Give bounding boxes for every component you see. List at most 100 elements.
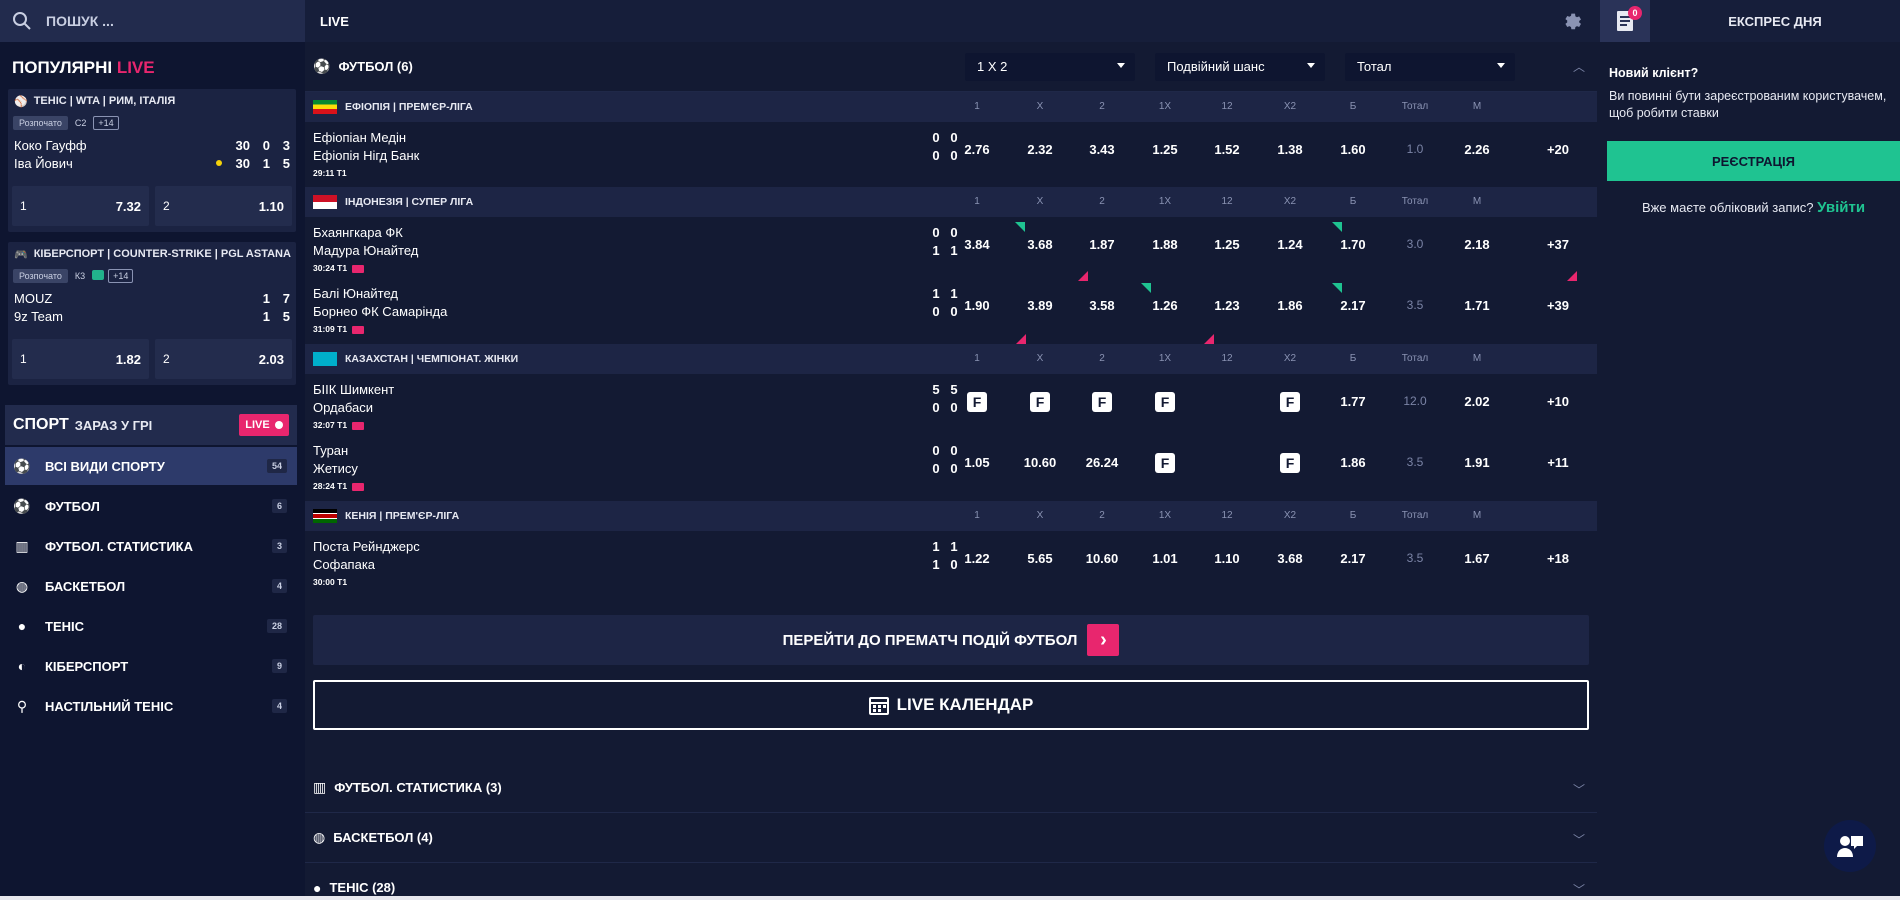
more-markets-badge[interactable]: +14 [93, 116, 119, 130]
odds-cell[interactable]: 5.65 [1015, 551, 1065, 566]
chat-support-button[interactable] [1824, 820, 1876, 872]
prematch-football-button[interactable]: ПЕРЕЙТИ ДО ПРЕМАТЧ ПОДІЙ ФУТБОЛ › [313, 615, 1589, 665]
odds-cell[interactable]: 1.87 [1077, 237, 1127, 252]
more-markets-link[interactable]: +37 [1533, 237, 1583, 252]
esports-icon: 🎮 [14, 248, 28, 261]
dropdown-value: Подвійний шанс [1167, 59, 1265, 74]
odds-cell[interactable]: 1.60 [1328, 142, 1378, 157]
odds-cell[interactable]: 2.26 [1452, 142, 1502, 157]
odds-cell[interactable]: 10.60 [1077, 551, 1127, 566]
match-row[interactable]: БІІК Шимкент Ордабаси 32:07 T1 5 5 0 0 F… [305, 374, 1597, 435]
login-link[interactable]: Увійти [1817, 199, 1865, 216]
odds-cell[interactable]: 2.17 [1328, 551, 1378, 566]
odd-button-2[interactable]: 2 2.03 [155, 339, 292, 379]
more-markets-link[interactable]: +11 [1533, 455, 1583, 470]
odds-cell[interactable]: 2.76 [952, 142, 1002, 157]
more-markets-link[interactable]: +10 [1533, 394, 1583, 409]
football-stats-section-header[interactable]: ▥ ФУТБОЛ. СТАТИСТИКА (3) ﹀ [305, 763, 1597, 813]
league-header[interactable]: ІНДОНЕЗІЯ | СУПЕР ЛІГА 1 X 2 1X 12 X2 Б Тотал М [305, 187, 1597, 217]
match-row[interactable]: Поста Рейнджерс Софапака 30:00 T1 1 1 1 … [305, 531, 1597, 592]
league-header[interactable]: ЕФІОПІЯ | ПРЕМ'ЄР-ЛІГА 1 X 2 1X 12 X2 Б Тотал М [305, 92, 1597, 122]
live-toggle[interactable]: LIVE [239, 414, 289, 436]
odds-cell[interactable]: 1.38 [1265, 142, 1315, 157]
match-row[interactable]: Бхаянгкара ФК Мадура Юнайтед 30:24 T1 0 … [305, 217, 1597, 278]
team-name: Ефіопія Нігд Банк [313, 148, 420, 163]
market-dropdown-total[interactable]: Тотал [1345, 53, 1515, 81]
sidebar-item-all-sports[interactable]: ⚽ ВСІ ВИДИ СПОРТУ 54 [5, 447, 297, 485]
sidebar-item-tennis[interactable]: ● ТЕНІС 28 [5, 607, 297, 645]
popular-live-card[interactable]: 🎮 КІБЕРСПОРТ | COUNTER-STRIKE | PGL ASTA… [8, 242, 296, 385]
popular-live-title: ПОПУЛЯРНІ LIVE [12, 58, 155, 78]
express-of-day-tab[interactable]: ЕКСПРЕС ДНЯ [1650, 0, 1900, 42]
odds-cell[interactable]: 1.25 [1202, 237, 1252, 252]
odds-down-indicator-icon [1016, 334, 1026, 344]
odds-cell[interactable]: 3.43 [1077, 142, 1127, 157]
gear-icon[interactable] [1560, 10, 1582, 32]
chevron-up-icon[interactable]: ︿ [1573, 58, 1585, 75]
match-row[interactable]: Туран Жетису 28:24 T1 0 0 0 0 1.05 10.60 2… [305, 435, 1597, 496]
odds-cell[interactable]: 3.68 [1265, 551, 1315, 566]
match-row[interactable]: Балі Юнайтед Борнео ФК Самарінда 31:09 T… [305, 278, 1597, 339]
odds-cell[interactable]: 1.90 [952, 298, 1002, 313]
odds-cell[interactable]: 1.26 [1140, 298, 1190, 313]
odd-button-2[interactable]: 2 1.10 [155, 186, 292, 226]
odds-cell[interactable]: 2.32 [1015, 142, 1065, 157]
odds-cell[interactable]: 2.18 [1452, 237, 1502, 252]
market-dropdown-double-chance[interactable]: Подвійний шанс [1155, 53, 1325, 81]
odds-cell[interactable]: 1.22 [952, 551, 1002, 566]
odds-cell[interactable]: 1.24 [1265, 237, 1315, 252]
more-markets-link[interactable]: +20 [1533, 142, 1583, 157]
period-value: T1 [337, 420, 348, 430]
live-calendar-button[interactable]: LIVE КАЛЕНДАР [313, 680, 1589, 730]
odds-cell[interactable]: 1.86 [1265, 298, 1315, 313]
register-button[interactable]: РЕЄСТРАЦІЯ [1607, 141, 1900, 181]
odds-cell[interactable]: 1.77 [1328, 394, 1378, 409]
sidebar-item-football-stats[interactable]: ▥ ФУТБОЛ. СТАТИСТИКА 3 [5, 527, 297, 565]
tennis-section-header[interactable]: ● ТЕНІС (28) ﹀ [305, 863, 1597, 900]
odds-cell[interactable]: 1.10 [1202, 551, 1252, 566]
odds-cell[interactable]: 2.02 [1452, 394, 1502, 409]
odds-cell[interactable]: 3.68 [1015, 237, 1065, 252]
odds-cell[interactable]: 2.17 [1328, 298, 1378, 313]
search-input[interactable] [46, 13, 266, 29]
popular-live-card[interactable]: ⚾ ТЕНІС | WTA | РИМ, ІТАЛІЯ Розпочато С2… [8, 89, 296, 232]
odds-cell[interactable]: 1.71 [1452, 298, 1502, 313]
market-dropdown-1x2[interactable]: 1 X 2 [965, 53, 1135, 81]
odds-cell[interactable]: 1.88 [1140, 237, 1190, 252]
odds-cell[interactable]: 3.89 [1015, 298, 1065, 313]
match-row[interactable]: Ефіопіан Медін Ефіопія Нігд Банк 29:11 T… [305, 122, 1597, 183]
football-section-header[interactable]: ⚽ ФУТБОЛ (6) 1 X 2 Подвійний шанс Тотал … [305, 42, 1597, 92]
odds-cell[interactable]: 10.60 [1015, 455, 1065, 470]
live-tab[interactable]: LIVE [320, 14, 349, 29]
odds-cell[interactable]: 3.84 [952, 237, 1002, 252]
more-markets-link[interactable]: +39 [1533, 298, 1583, 313]
odd-button-1[interactable]: 1 7.32 [12, 186, 149, 226]
score: 1 [932, 557, 940, 572]
sidebar-item-esports[interactable]: ◐ КІБЕРСПОРТ 9 [5, 647, 297, 685]
chevron-down-icon[interactable]: ﹀ [1573, 781, 1585, 798]
odds-cell[interactable]: 1.91 [1452, 455, 1502, 470]
sidebar-item-football[interactable]: ⚽ ФУТБОЛ 6 [5, 487, 297, 525]
odds-cell[interactable]: 3.58 [1077, 298, 1127, 313]
league-header[interactable]: КАЗАХСТАН | ЧЕМПІОНАТ. ЖІНКИ 1 X 2 1X 12 X2 Б То… [305, 344, 1597, 374]
odds-cell[interactable]: 1.25 [1140, 142, 1190, 157]
odds-cell[interactable]: 1.23 [1202, 298, 1252, 313]
odds-cell[interactable]: 1.70 [1328, 237, 1378, 252]
more-markets-badge[interactable]: +14 [108, 269, 134, 283]
odds-cell[interactable]: 26.24 [1077, 455, 1127, 470]
league-header[interactable]: КЕНІЯ | ПРЕМ'ЄР-ЛІГА 1 X 2 1X 12 X2 Б Тотал М [305, 501, 1597, 531]
odds-cell[interactable]: 1.05 [952, 455, 1002, 470]
odd-button-1[interactable]: 1 1.82 [12, 339, 149, 379]
chevron-down-icon[interactable]: ﹀ [1573, 831, 1585, 848]
odds-cell[interactable]: 1.01 [1140, 551, 1190, 566]
search-box[interactable] [0, 0, 305, 42]
card-league: ТЕНІС | WTA | РИМ, ІТАЛІЯ [33, 95, 176, 107]
sidebar-item-basketball[interactable]: ◍ БАСКЕТБОЛ 4 [5, 567, 297, 605]
odds-cell[interactable]: 1.52 [1202, 142, 1252, 157]
odds-cell[interactable]: 1.86 [1328, 455, 1378, 470]
odds-cell[interactable]: 1.67 [1452, 551, 1502, 566]
basketball-section-header[interactable]: ◍ БАСКЕТБОЛ (4) ﹀ [305, 813, 1597, 863]
more-markets-link[interactable]: +18 [1533, 551, 1583, 566]
betslip-button[interactable]: 0 [1600, 0, 1650, 42]
sidebar-item-table-tennis[interactable]: ⚲ НАСТІЛЬНИЙ ТЕНІС 4 [5, 687, 297, 725]
